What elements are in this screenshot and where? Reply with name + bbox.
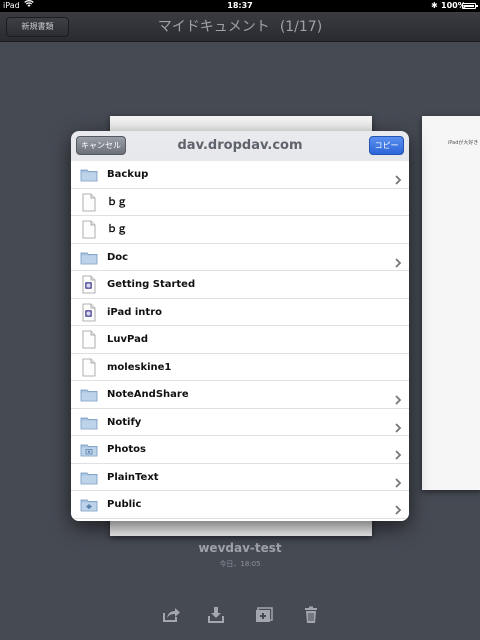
folder-icon	[80, 165, 98, 184]
popover-header: キャンセル dav.dropdav.com コピー	[71, 131, 409, 161]
folder-icon	[80, 468, 98, 487]
file-name: ｂｇ	[107, 196, 127, 208]
file-name: NoteAndShare	[107, 389, 189, 400]
file-list-item[interactable]: Backup	[71, 161, 409, 189]
document-icon	[80, 330, 98, 349]
document-date: 今日、18:05	[219, 560, 261, 568]
document-count: (1/17)	[279, 19, 323, 35]
file-name: LuvPad	[107, 334, 148, 345]
photos-folder-icon	[80, 440, 98, 459]
file-list-item[interactable]: moleskine1	[71, 354, 409, 381]
file-list-item[interactable]: Public	[71, 491, 409, 519]
document-preview-text: iPadが大好き	[448, 140, 479, 146]
file-list: Backup ｂｇ ｂｇ Doc Getting Started iPad intro Lu…	[71, 161, 409, 521]
file-list-item[interactable]: Notify	[71, 409, 409, 436]
copy-destination-popover: キャンセル dav.dropdav.com コピー Backup ｂｇ ｂｇ Doc G…	[71, 131, 409, 521]
folder-icon	[80, 248, 98, 267]
document-icon	[80, 193, 98, 212]
app-document-icon	[80, 303, 98, 322]
cancel-button[interactable]: キャンセル	[76, 136, 126, 155]
download-icon[interactable]	[206, 606, 226, 624]
navigation-bar: 新規書類 マイドキュメント (1/17)	[0, 12, 480, 42]
public-folder-icon	[80, 495, 98, 514]
file-name: Getting Started	[107, 279, 196, 290]
file-list-item[interactable]: ｂｇ	[71, 189, 409, 216]
file-list-item[interactable]: Getting Started	[71, 271, 409, 299]
file-list-item[interactable]: Doc	[71, 244, 409, 271]
page-title-text: マイドキュメント	[157, 19, 270, 35]
chevron-right-icon	[394, 170, 402, 185]
chevron-right-icon	[394, 473, 402, 488]
file-name: Doc	[107, 251, 129, 263]
copy-button[interactable]: コピー	[369, 136, 404, 155]
file-list-item[interactable]: Photos	[71, 436, 409, 464]
chevron-right-icon	[394, 418, 402, 433]
share-icon[interactable]	[161, 606, 181, 624]
add-document-icon[interactable]	[254, 606, 274, 624]
battery-icon	[462, 3, 478, 9]
document-icon	[80, 220, 98, 239]
file-list-item[interactable]: NoteAndShare	[71, 381, 409, 409]
bluetooth-icon: ✱	[431, 1, 438, 10]
chevron-right-icon	[394, 500, 402, 515]
chevron-right-icon	[394, 445, 402, 460]
document-preview-next[interactable]: iPadが大好き	[422, 116, 480, 490]
file-list-item[interactable]: iPad intro	[71, 299, 409, 326]
file-name: ｂｇ	[107, 224, 127, 235]
file-name: Notify	[107, 416, 142, 428]
file-list-item[interactable]: LuvPad	[71, 326, 409, 354]
page-title: マイドキュメント (1/17)	[0, 12, 480, 42]
chevron-right-icon	[394, 253, 402, 268]
file-list-item[interactable]: PlainText	[71, 464, 409, 491]
clock: 18:37	[227, 1, 253, 10]
file-name: iPad intro	[107, 306, 163, 318]
file-name: Photos	[107, 444, 146, 455]
file-name: Public	[107, 499, 142, 510]
trash-icon[interactable]	[301, 606, 321, 624]
folder-icon	[80, 413, 98, 432]
chevron-right-icon	[394, 390, 402, 405]
status-bar: iPad 18:37 ✱ 100%	[0, 0, 480, 12]
popover-title: dav.dropdav.com	[177, 138, 303, 153]
app-document-icon	[80, 275, 98, 294]
file-list-item[interactable]: ｂｇ	[71, 216, 409, 244]
file-name: PlainText	[107, 471, 159, 483]
folder-icon	[80, 385, 98, 404]
document-name: wevdav-test	[198, 541, 282, 555]
file-name: moleskine1	[107, 361, 172, 373]
file-name: Backup	[107, 169, 149, 180]
document-icon	[80, 358, 98, 377]
